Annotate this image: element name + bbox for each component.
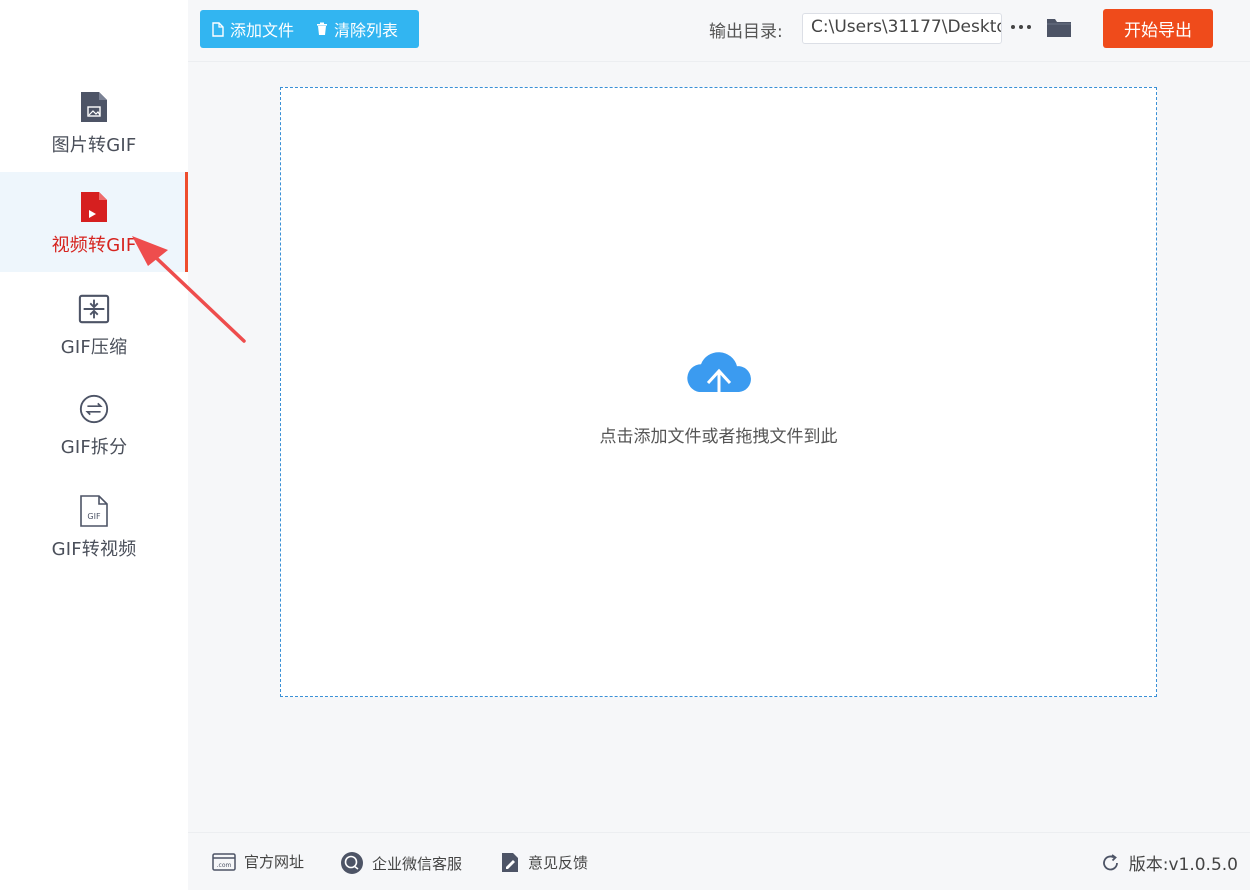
sidebar: 图片转GIF 视频转GIF GIF压缩 GIF拆分 GIF GIF转视频 bbox=[0, 0, 188, 890]
version-label: 版本:v1.0.5.0 bbox=[1128, 855, 1238, 875]
clear-list-label: 清除列表 bbox=[334, 21, 399, 40]
sidebar-item-image-to-gif[interactable]: 图片转GIF bbox=[0, 72, 188, 172]
drop-hint-text: 点击添加文件或者拖拽文件到此 bbox=[599, 427, 838, 447]
chat-icon bbox=[341, 852, 363, 874]
svg-text:GIF: GIF bbox=[87, 512, 101, 521]
version-info: 版本:v1.0.5.0 bbox=[1101, 850, 1238, 875]
cloud-upload-icon bbox=[687, 352, 751, 408]
file-button-group: 添加文件 清除列表 bbox=[200, 10, 419, 48]
wechat-label: 企业微信客服 bbox=[372, 854, 463, 873]
gif-file-icon: GIF bbox=[78, 493, 110, 529]
output-dir-label: 输出目录: bbox=[709, 22, 783, 42]
folder-icon bbox=[1047, 19, 1071, 37]
sidebar-item-label: 视频转GIF bbox=[51, 235, 137, 256]
start-export-button[interactable]: 开始导出 bbox=[1103, 9, 1213, 48]
toolbar: 添加文件 清除列表 输出目录: C:\Users\31177\Deskto 开始… bbox=[188, 0, 1250, 62]
sidebar-item-gif-compress[interactable]: GIF压缩 bbox=[0, 274, 188, 374]
app-window: 图片转GIF 视频转GIF GIF压缩 GIF拆分 GIF GIF转视频 添加文… bbox=[0, 0, 1250, 890]
open-folder-button[interactable] bbox=[1046, 15, 1072, 39]
feedback-label: 意见反馈 bbox=[528, 853, 589, 872]
sidebar-item-label: GIF压缩 bbox=[60, 337, 128, 358]
add-file-label: 添加文件 bbox=[230, 21, 295, 40]
sidebar-item-gif-to-video[interactable]: GIF GIF转视频 bbox=[0, 476, 188, 576]
add-file-button[interactable]: 添加文件 bbox=[200, 10, 304, 48]
file-drop-zone[interactable]: 点击添加文件或者拖拽文件到此 bbox=[280, 87, 1157, 697]
feedback-link[interactable]: 意见反馈 bbox=[500, 851, 588, 873]
official-website-link[interactable]: .com 官方网址 bbox=[212, 851, 304, 872]
more-options-button[interactable] bbox=[1010, 15, 1032, 39]
sidebar-item-label: GIF转视频 bbox=[51, 539, 137, 560]
sidebar-item-video-to-gif[interactable]: 视频转GIF bbox=[0, 172, 188, 272]
file-icon bbox=[212, 21, 224, 37]
refresh-icon bbox=[1102, 853, 1118, 870]
clear-list-button[interactable]: 清除列表 bbox=[304, 10, 408, 48]
sidebar-item-gif-split[interactable]: GIF拆分 bbox=[0, 374, 188, 474]
image-file-icon bbox=[78, 89, 110, 125]
feedback-icon bbox=[502, 853, 518, 872]
wechat-service-link[interactable]: 企业微信客服 bbox=[340, 851, 462, 875]
svg-text:.com: .com bbox=[217, 862, 232, 869]
compress-icon bbox=[78, 291, 110, 327]
split-icon bbox=[78, 391, 110, 427]
website-label: 官方网址 bbox=[244, 853, 305, 871]
footer: .com 官方网址 企业微信客服 意见反馈 版本:v1.0.5.0 bbox=[188, 832, 1250, 890]
output-dir-field[interactable]: C:\Users\31177\Deskto bbox=[802, 13, 1002, 44]
ellipsis-icon bbox=[1011, 25, 1031, 29]
trash-icon bbox=[317, 22, 328, 35]
sidebar-item-label: GIF拆分 bbox=[60, 437, 128, 458]
website-icon: .com bbox=[212, 852, 236, 871]
video-file-icon bbox=[78, 189, 110, 225]
sidebar-item-label: 图片转GIF bbox=[51, 135, 137, 156]
